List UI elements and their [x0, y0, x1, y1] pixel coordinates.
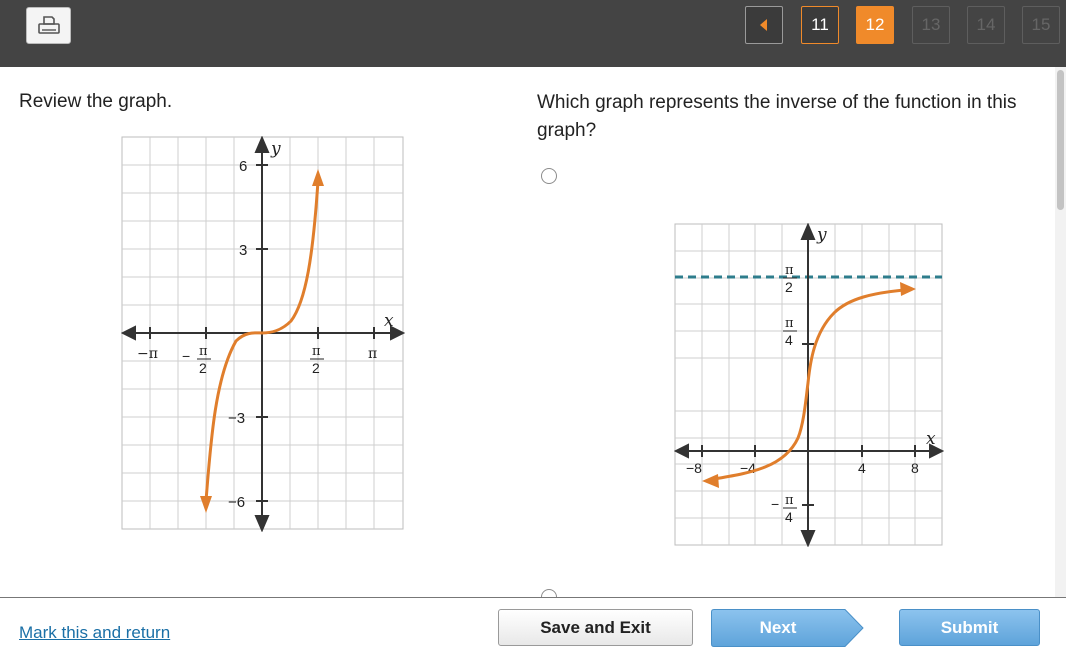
y-tick-6: 6: [239, 158, 247, 175]
y-tick-neg-3: −3: [228, 410, 245, 427]
x-tick-4: 4: [858, 460, 866, 476]
pi-numerator: π: [785, 546, 794, 547]
submit-button[interactable]: Submit: [899, 609, 1040, 646]
question-12-button-current[interactable]: 12: [856, 6, 894, 44]
denominator: 2: [312, 360, 320, 376]
scrollbar-thumb[interactable]: [1057, 70, 1064, 210]
triangle-left-icon: [760, 19, 767, 31]
next-button[interactable]: Next: [711, 609, 864, 647]
x-axis-label: x: [384, 311, 394, 331]
original-function-graph: y x 6 3 −3 −6 −π π − π 2 π 2: [121, 136, 405, 532]
minus-sign: −: [771, 496, 779, 512]
x-axis-label: x: [926, 429, 936, 449]
y-tick-3: 3: [239, 242, 247, 259]
top-toolbar: 11 12 13 14 15: [0, 0, 1066, 67]
print-button[interactable]: [26, 7, 71, 44]
pi-numerator: π: [785, 493, 794, 508]
y-tick-neg-pi-over-2: π 2: [785, 546, 794, 547]
content-scrollbar[interactable]: [1055, 67, 1066, 597]
print-icon: [37, 15, 60, 34]
y-axis-label: y: [270, 139, 281, 159]
question-13-button: 13: [912, 6, 950, 44]
x-tick-neg-pi: −π: [137, 346, 158, 362]
denominator: 2: [785, 279, 793, 295]
previous-question-button[interactable]: [745, 6, 783, 44]
x-tick-neg-8: −8: [686, 460, 702, 476]
bottom-action-bar: Mark this and return Save and Exit Next …: [0, 597, 1066, 666]
y-axis-label: y: [816, 225, 827, 245]
question-content: Review the graph. y x 6 3 −3 −6 −π π − π…: [0, 67, 1055, 597]
x-tick-8: 8: [911, 460, 919, 476]
option-b-radio[interactable]: [541, 589, 557, 597]
option-a-graph: y x −8 −4 4 8 π 2 π 4 − π 4 π 2: [674, 223, 944, 547]
review-label: Review the graph.: [19, 91, 173, 112]
question-11-button[interactable]: 11: [801, 6, 839, 44]
x-tick-pi: π: [368, 346, 377, 362]
question-prompt: Which graph represents the inverse of th…: [537, 92, 1017, 141]
denominator: 4: [785, 509, 793, 525]
save-and-exit-button[interactable]: Save and Exit: [498, 609, 693, 646]
question-14-button: 14: [967, 6, 1005, 44]
pi-numerator: π: [785, 263, 794, 278]
pi-numerator: π: [785, 316, 794, 331]
next-button-label: Next: [759, 618, 797, 637]
denominator: 4: [785, 332, 793, 348]
minus-sign: −: [182, 348, 190, 364]
mark-and-return-link[interactable]: Mark this and return: [19, 623, 170, 643]
pi-numerator: π: [312, 344, 321, 359]
question-15-button: 15: [1022, 6, 1060, 44]
denominator: 2: [199, 360, 207, 376]
option-a-radio[interactable]: [541, 168, 557, 184]
pi-numerator: π: [199, 344, 208, 359]
y-tick-neg-6: −6: [228, 494, 245, 511]
